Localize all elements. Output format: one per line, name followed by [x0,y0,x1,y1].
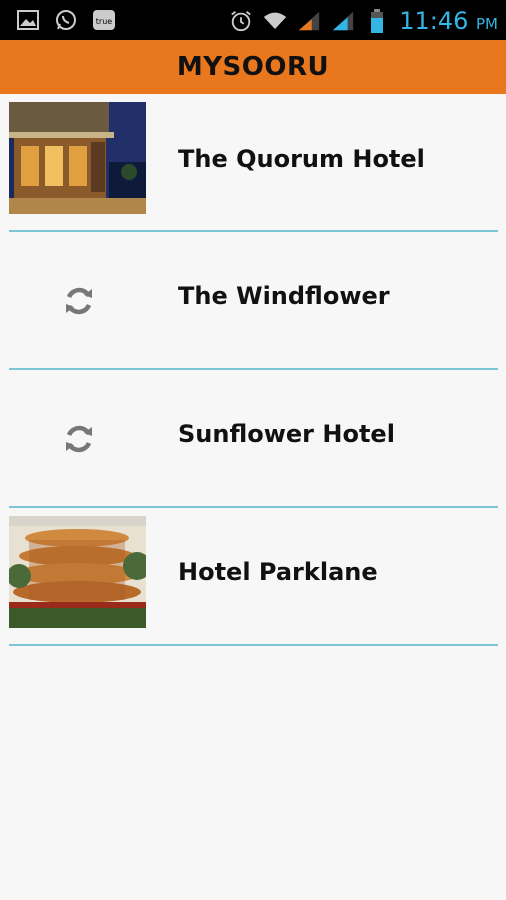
battery-icon [365,9,389,33]
refresh-icon [62,422,96,456]
status-bar: true 11:46 PM [0,0,506,40]
hotel-photo [9,516,146,628]
divider [9,644,498,646]
clock: 11:46 PM [399,7,498,35]
list-item[interactable]: The Quorum Hotel [0,94,506,232]
hotel-name: The Quorum Hotel [178,145,425,173]
signal-icon [331,10,355,32]
signal-icon [297,10,321,32]
gallery-icon [16,9,40,31]
refresh-icon [62,284,96,318]
whatsapp-icon [54,9,78,31]
svg-text:true: true [96,17,112,26]
list-item[interactable]: The Windflower [0,232,506,370]
truecaller-icon: true [92,9,116,31]
hotel-photo [9,102,146,214]
app-title: MYSOORU [176,52,330,82]
hotel-name: The Windflower [178,282,390,310]
list-item[interactable]: Sunflower Hotel [0,370,506,508]
app-bar: MYSOORU [0,40,506,94]
hotel-name: Hotel Parklane [178,558,378,586]
hotel-name: Sunflower Hotel [178,420,395,448]
alarm-icon [229,10,253,32]
hotel-list: The Quorum Hotel The Windflower Sunflowe… [0,94,506,646]
wifi-icon [263,10,287,32]
list-item[interactable]: Hotel Parklane [0,508,506,646]
